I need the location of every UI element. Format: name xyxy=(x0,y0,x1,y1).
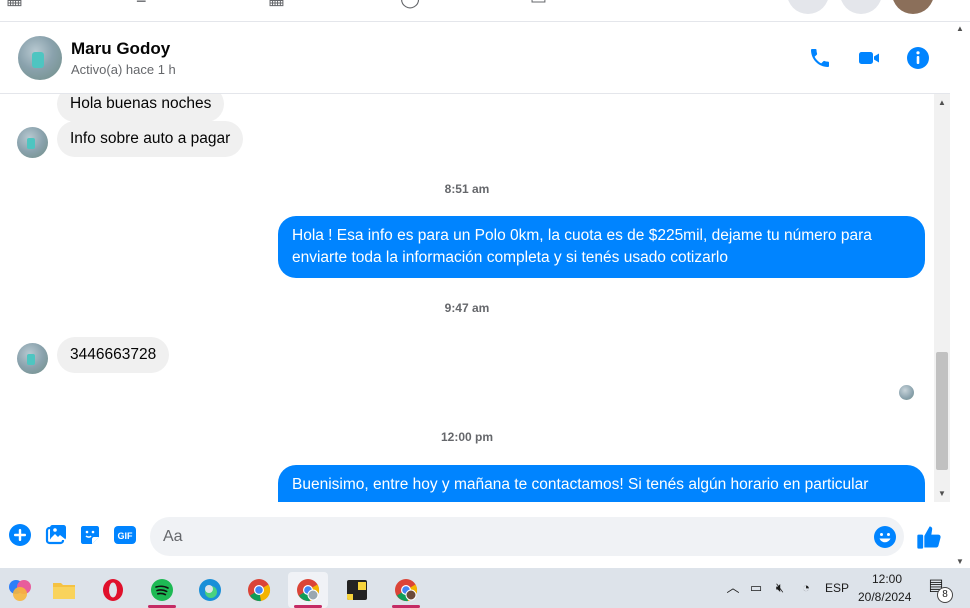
menu-grid-icon[interactable]: ▦ xyxy=(6,0,30,12)
sticky-notes-app[interactable] xyxy=(337,572,377,608)
message-composer: GIF xyxy=(0,502,950,568)
scroll-up-arrow-icon[interactable]: ▲ xyxy=(938,98,946,107)
clock-time[interactable]: 12:00 xyxy=(872,572,902,586)
wifi-icon[interactable]: ◔ xyxy=(798,580,814,596)
show-hidden-icons-chevron-icon[interactable]: ︿ xyxy=(725,580,741,596)
contact-name[interactable]: Maru Godoy xyxy=(71,39,170,59)
battery-icon[interactable]: ▭ xyxy=(748,580,764,596)
scrollbar-thumb[interactable] xyxy=(936,352,948,470)
notifications-button[interactable] xyxy=(840,0,882,14)
thumbs-up-icon[interactable] xyxy=(915,523,943,551)
chrome-profile-icon xyxy=(297,579,320,602)
message-outgoing[interactable]: Buenisimo, entre hoy y mañana te contact… xyxy=(278,465,925,502)
top-nav-strip: ▦ ≡ ▦ ◯ ▭ xyxy=(0,0,970,22)
video-icon[interactable] xyxy=(857,46,881,70)
chat-scrollbar[interactable]: ▲ ▼ xyxy=(934,94,950,502)
clock-date[interactable]: 20/8/2024 xyxy=(858,590,911,604)
seen-indicator-avatar xyxy=(899,385,914,400)
svg-text:GIF: GIF xyxy=(118,531,134,541)
page-scrollbar[interactable]: ▲ ▼ xyxy=(950,22,970,568)
message-list[interactable]: Hola buenas noches Info sobre auto a pag… xyxy=(0,94,934,502)
edge-icon xyxy=(199,579,221,601)
contact-status: Activo(a) hace 1 h xyxy=(71,62,176,77)
message-incoming[interactable]: Hola buenas noches xyxy=(57,94,225,122)
page-scroll-up-icon[interactable]: ▲ xyxy=(956,24,964,33)
message-incoming[interactable]: 3446663728 xyxy=(57,337,170,373)
sticker-icon[interactable] xyxy=(78,523,102,547)
copilot-app[interactable] xyxy=(0,572,40,608)
taskbar: ︿ ▭ 🔇︎ ◔ ESP 12:00 20/8/2024 ▤ 8 xyxy=(0,568,970,608)
chrome-profile-app-active[interactable] xyxy=(288,572,328,608)
gif-icon[interactable]: GIF xyxy=(113,523,137,547)
gaming-icon[interactable]: ▭ xyxy=(530,0,554,12)
info-icon[interactable] xyxy=(906,46,930,70)
chrome-icon xyxy=(248,579,271,602)
emoji-icon[interactable] xyxy=(873,525,897,549)
chat-header: Maru Godoy Activo(a) hace 1 h xyxy=(0,22,950,94)
groups-icon[interactable]: ◯ xyxy=(400,0,424,12)
marketplace-icon[interactable]: ▦ xyxy=(268,0,292,12)
file-explorer-app[interactable] xyxy=(44,572,84,608)
phone-icon[interactable] xyxy=(808,46,832,70)
message-timestamp: 12:00 pm xyxy=(440,430,494,444)
image-icon[interactable] xyxy=(44,523,68,547)
message-outgoing[interactable]: Hola ! Esa info es para un Polo 0km, la … xyxy=(278,216,925,278)
spotify-app[interactable] xyxy=(142,572,182,608)
apps-menu-button[interactable] xyxy=(787,0,829,14)
message-incoming[interactable]: Info sobre auto a pagar xyxy=(57,121,244,157)
chrome-app[interactable] xyxy=(239,572,279,608)
sender-avatar[interactable] xyxy=(17,343,48,374)
opera-app[interactable] xyxy=(93,572,133,608)
sticky-notes-icon xyxy=(347,580,367,600)
page-scroll-down-icon[interactable]: ▼ xyxy=(956,557,964,566)
chrome-profile-app-2[interactable] xyxy=(386,572,426,608)
folder-icon xyxy=(53,583,75,599)
sender-avatar[interactable] xyxy=(17,127,48,158)
message-timestamp: 8:51 am xyxy=(444,182,490,196)
notification-count-badge: 8 xyxy=(937,587,953,603)
volume-muted-icon[interactable]: 🔇︎ xyxy=(772,580,788,596)
plus-icon[interactable] xyxy=(8,523,32,547)
opera-icon xyxy=(103,579,123,601)
copilot-icon xyxy=(9,580,31,601)
spotify-icon xyxy=(151,579,173,601)
contact-avatar[interactable] xyxy=(18,36,62,80)
nav-icon[interactable]: ≡ xyxy=(136,0,160,12)
edge-app[interactable] xyxy=(190,572,230,608)
chrome-profile-icon xyxy=(395,579,418,602)
language-indicator[interactable]: ESP xyxy=(825,581,849,595)
message-timestamp: 9:47 am xyxy=(444,301,490,315)
message-input[interactable] xyxy=(150,517,904,556)
scroll-down-arrow-icon[interactable]: ▼ xyxy=(938,489,946,498)
profile-avatar[interactable] xyxy=(892,0,934,14)
